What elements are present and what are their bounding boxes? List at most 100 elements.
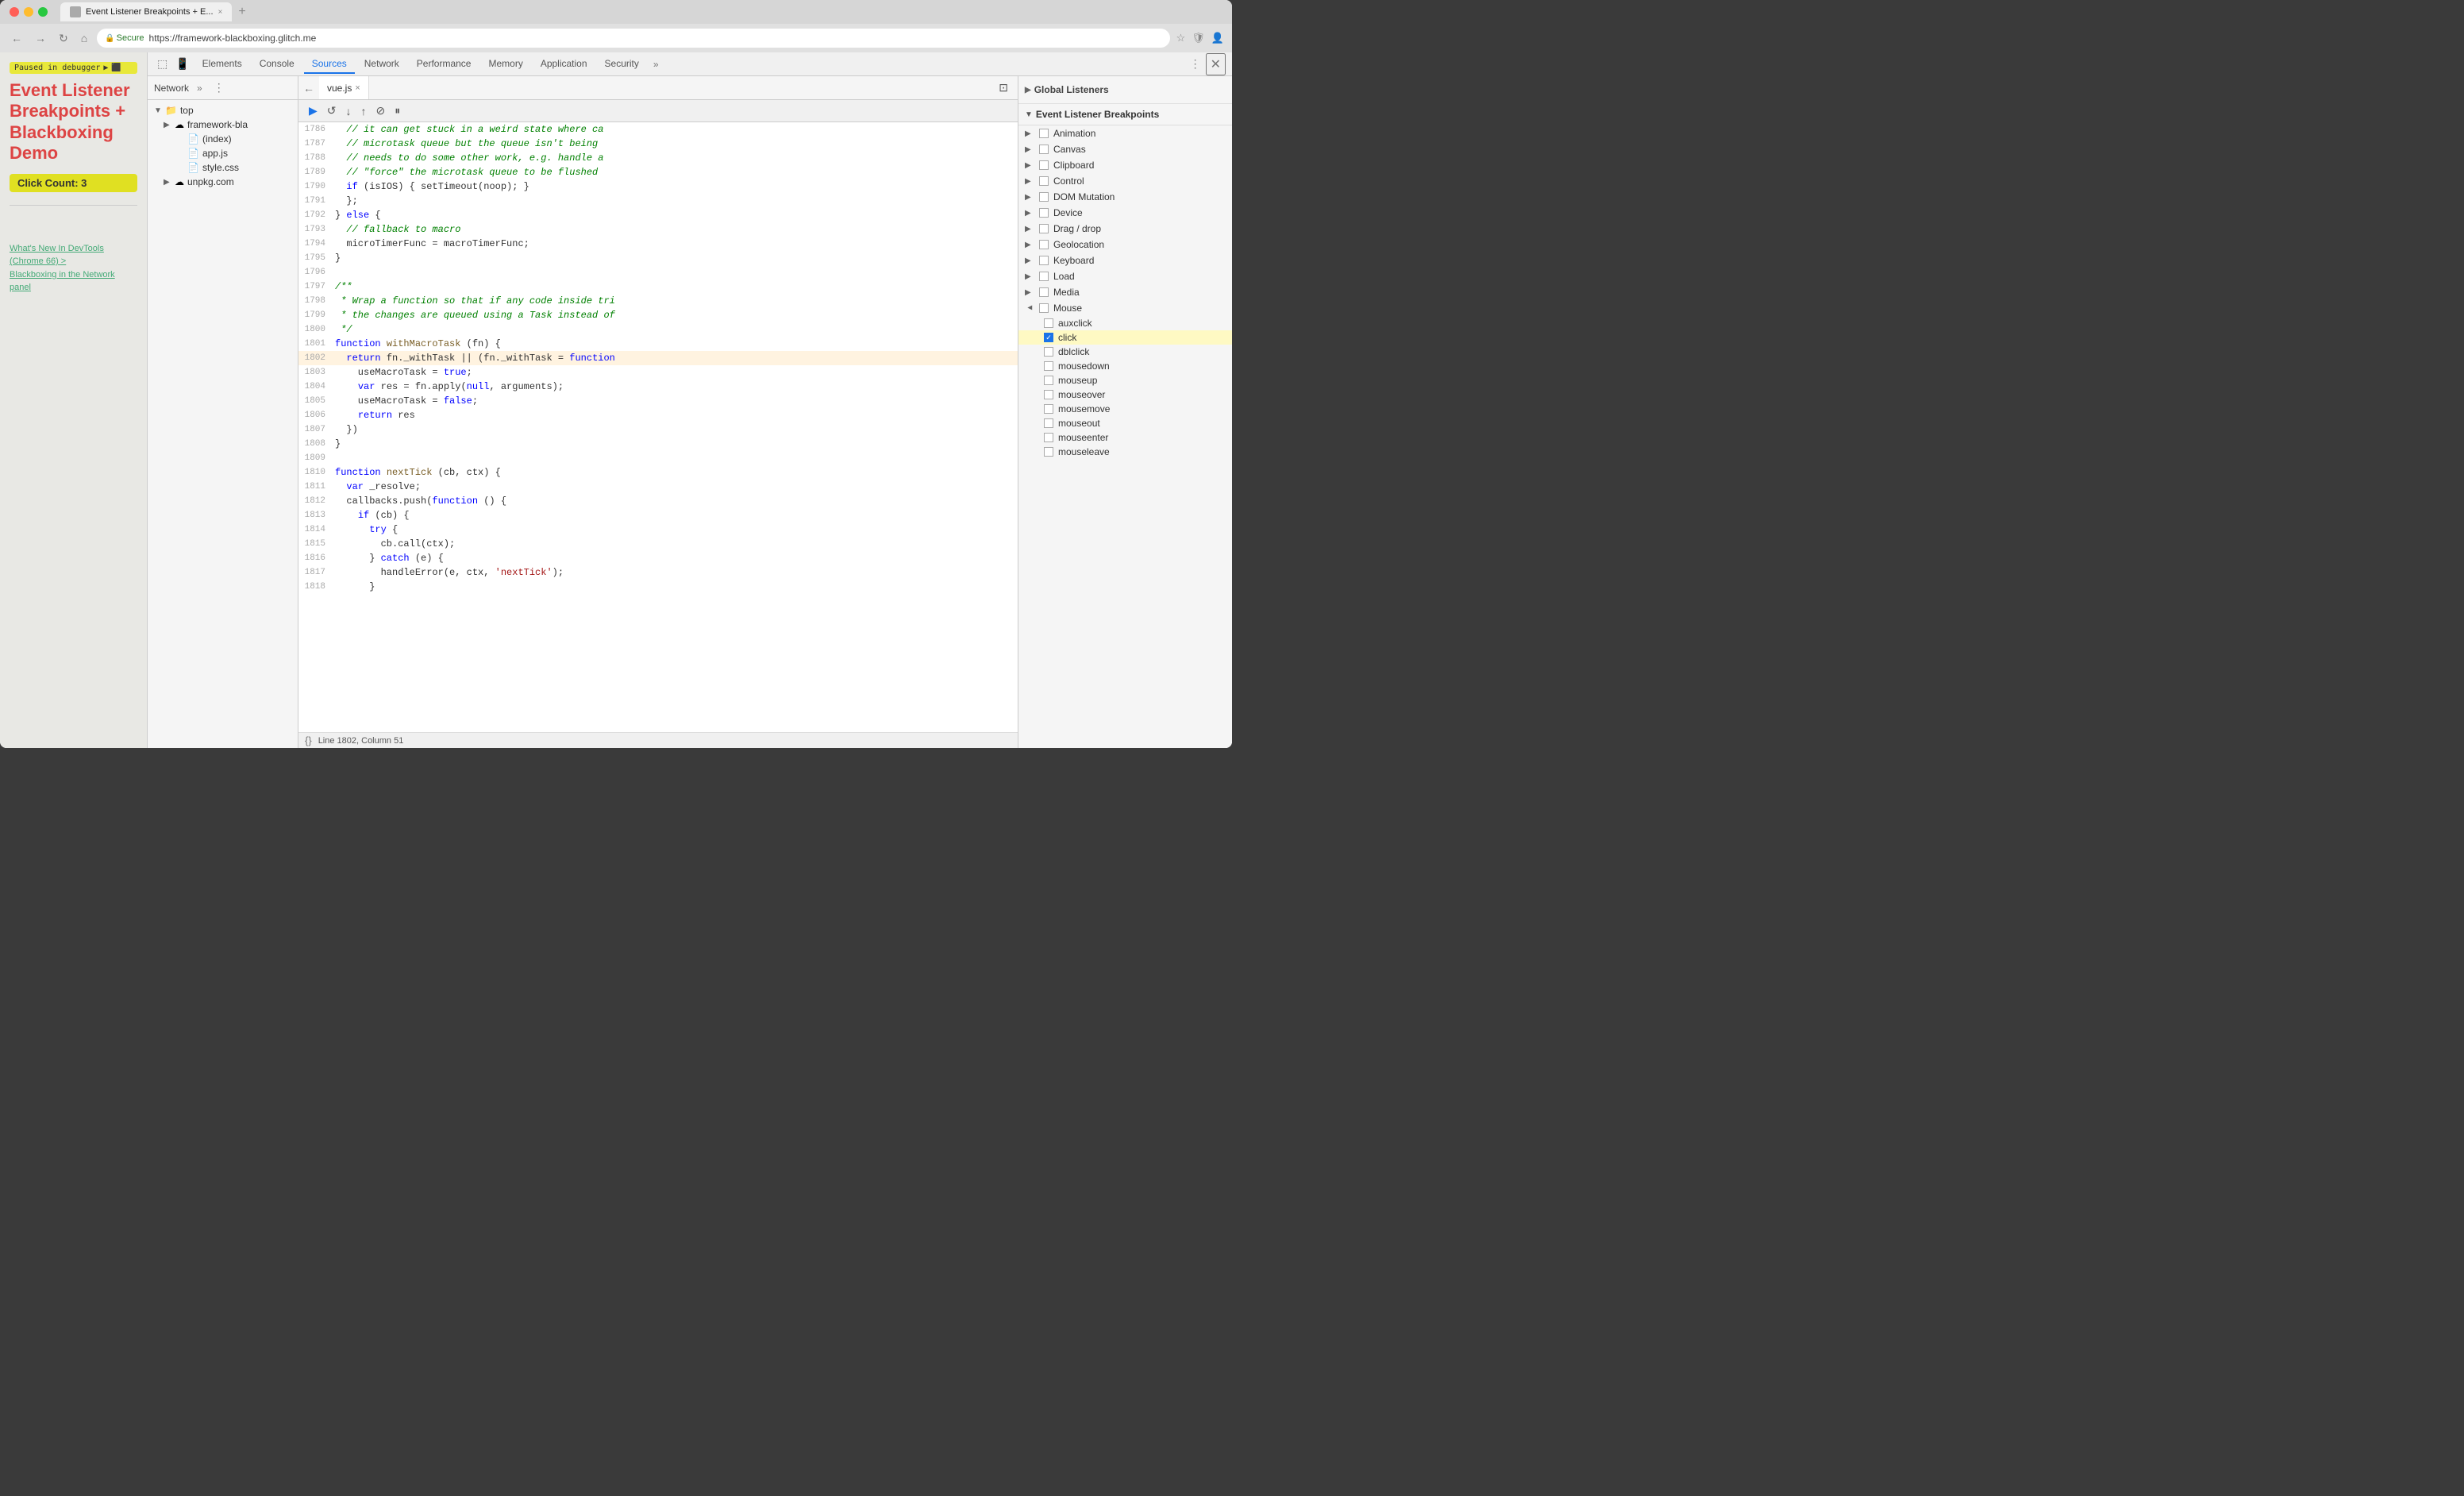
account-icon[interactable]: 👤 <box>1211 32 1224 44</box>
bp-item-mouseup[interactable]: mouseup <box>1018 373 1232 387</box>
home-button[interactable]: ⌂ <box>78 30 90 46</box>
tabs-overflow-button[interactable]: » <box>649 56 664 73</box>
bp-cat-header-drag-drop[interactable]: ▶ Drag / drop <box>1018 221 1232 237</box>
tab-memory[interactable]: Memory <box>480 55 530 74</box>
bp-checkbox-geolocation[interactable] <box>1039 240 1049 249</box>
bp-checkbox-animation[interactable] <box>1039 129 1049 138</box>
bp-item-checkbox-auxclick[interactable] <box>1044 318 1053 328</box>
sources-menu-button[interactable]: ⋮ <box>210 79 228 96</box>
bp-item-checkbox-click[interactable]: ✓ <box>1044 333 1053 342</box>
bp-item-mouseleave[interactable]: mouseleave <box>1018 445 1232 459</box>
bp-item-mousemove[interactable]: mousemove <box>1018 402 1232 416</box>
format-button[interactable]: {} <box>305 735 312 746</box>
tree-item-framework[interactable]: ▶ ☁ framework-bla <box>148 118 298 132</box>
bp-item-checkbox-mouseover[interactable] <box>1044 390 1053 399</box>
bp-item-click[interactable]: ✓ click <box>1018 330 1232 345</box>
step-over-button[interactable]: ↺ <box>323 102 341 120</box>
bp-item-checkbox-mouseenter[interactable] <box>1044 433 1053 442</box>
tree-item-index[interactable]: 📄 (index) <box>148 132 298 146</box>
bp-item-auxclick[interactable]: auxclick <box>1018 316 1232 330</box>
bp-checkbox-canvas[interactable] <box>1039 145 1049 154</box>
devtools-close-button[interactable]: ✕ <box>1206 53 1226 75</box>
bp-item-checkbox-mouseup[interactable] <box>1044 376 1053 385</box>
new-tab-button[interactable]: + <box>235 5 248 19</box>
bp-item-checkbox-mouseout[interactable] <box>1044 418 1053 428</box>
bp-item-checkbox-mouseleave[interactable] <box>1044 447 1053 457</box>
global-listeners-header[interactable]: ▶ Global Listeners <box>1025 81 1226 98</box>
back-button[interactable]: ← <box>8 30 25 46</box>
bp-cat-header-load[interactable]: ▶ Load <box>1018 268 1232 284</box>
bookmark-icon[interactable]: ☆ <box>1176 32 1186 44</box>
forward-button[interactable]: → <box>32 30 49 46</box>
tab-close-button[interactable]: × <box>218 8 223 17</box>
bp-cat-header-dom-mutation[interactable]: ▶ DOM Mutation <box>1018 189 1232 205</box>
bp-cat-header-animation[interactable]: ▶ Animation <box>1018 125 1232 141</box>
editor-tab-close[interactable]: × <box>355 83 360 93</box>
sources-overflow-button[interactable]: » <box>194 81 206 95</box>
bp-cat-header-control[interactable]: ▶ Control <box>1018 173 1232 189</box>
deactivate-button[interactable]: ⊘ <box>372 102 390 120</box>
resume-button[interactable]: ▶ <box>305 102 321 120</box>
maximize-window-button[interactable] <box>38 7 48 17</box>
bp-cat-header-device[interactable]: ▶ Device <box>1018 205 1232 221</box>
pause-on-exception-button[interactable]: ⏸ <box>391 102 404 120</box>
tab-console[interactable]: Console <box>252 55 302 74</box>
code-area[interactable]: 1786 // it can get stuck in a weird stat… <box>298 122 1018 732</box>
bp-cat-header-geolocation[interactable]: ▶ Geolocation <box>1018 237 1232 253</box>
extension-icon[interactable]: 🛡 <box>1192 32 1205 44</box>
bp-item-checkbox-dblclick[interactable] <box>1044 347 1053 357</box>
editor-back-button[interactable]: ← <box>298 79 319 98</box>
bp-checkbox-drag-drop[interactable] <box>1039 224 1049 233</box>
address-field[interactable]: 🔒 Secure https://framework-blackboxing.g… <box>97 29 1169 48</box>
bp-item-mousedown[interactable]: mousedown <box>1018 359 1232 373</box>
devtools-panel: ⬚ 📱 Elements Console Sources Network Per… <box>147 52 1232 748</box>
bp-item-checkbox-mousemove[interactable] <box>1044 404 1053 414</box>
bp-checkbox-media[interactable] <box>1039 287 1049 297</box>
reload-button[interactable]: ↻ <box>56 30 71 47</box>
bp-checkbox-clipboard[interactable] <box>1039 160 1049 170</box>
blackbox-icon[interactable]: ⬛ <box>111 64 121 72</box>
bp-arrow-drag-drop: ▶ <box>1025 225 1034 233</box>
tab-elements[interactable]: Elements <box>194 55 250 74</box>
bp-checkbox-load[interactable] <box>1039 272 1049 281</box>
tree-item-top[interactable]: ▼ 📁 top <box>148 103 298 118</box>
bp-checkbox-control[interactable] <box>1039 176 1049 186</box>
editor-history-button[interactable]: ⊡ <box>995 79 1011 96</box>
bp-checkbox-dom-mutation[interactable] <box>1039 192 1049 202</box>
tree-item-unpkg[interactable]: ▶ ☁ unpkg.com <box>148 175 298 189</box>
tree-item-appjs[interactable]: 📄 app.js <box>148 146 298 160</box>
bp-checkbox-device[interactable] <box>1039 208 1049 218</box>
play-icon[interactable]: ▶ <box>103 64 108 72</box>
bp-cat-header-mouse[interactable]: ▼ Mouse <box>1018 300 1232 316</box>
devtools-link[interactable]: What's New In DevTools (Chrome 66) > <box>10 242 137 268</box>
tab-application[interactable]: Application <box>533 55 595 74</box>
devtools-settings-button[interactable]: ⋮ <box>1187 56 1204 72</box>
code-line-1811: 1811 var _resolve; <box>298 480 1018 494</box>
bp-cat-header-media[interactable]: ▶ Media <box>1018 284 1232 300</box>
bp-item-mouseenter[interactable]: mouseenter <box>1018 430 1232 445</box>
active-tab[interactable]: Event Listener Breakpoints + E... × <box>60 2 232 21</box>
bp-cat-header-clipboard[interactable]: ▶ Clipboard <box>1018 157 1232 173</box>
blackboxing-link[interactable]: Blackboxing in the Network panel <box>10 268 137 295</box>
bp-item-dblclick[interactable]: dblclick <box>1018 345 1232 359</box>
device-mode-button[interactable]: 📱 <box>172 56 192 72</box>
tab-performance[interactable]: Performance <box>409 55 479 74</box>
bp-item-mouseover[interactable]: mouseover <box>1018 387 1232 402</box>
step-into-button[interactable]: ↓ <box>342 102 356 120</box>
editor-tab-vuejs[interactable]: vue.js × <box>319 76 369 99</box>
tab-network[interactable]: Network <box>356 55 407 74</box>
bp-item-checkbox-mousedown[interactable] <box>1044 361 1053 371</box>
close-window-button[interactable] <box>10 7 19 17</box>
tree-item-stylecss[interactable]: 📄 style.css <box>148 160 298 175</box>
step-out-button[interactable]: ↑ <box>357 102 371 120</box>
bp-cat-header-keyboard[interactable]: ▶ Keyboard <box>1018 253 1232 268</box>
bp-cat-header-canvas[interactable]: ▶ Canvas <box>1018 141 1232 157</box>
bp-item-mouseout[interactable]: mouseout <box>1018 416 1232 430</box>
tab-security[interactable]: Security <box>597 55 647 74</box>
bp-checkbox-keyboard[interactable] <box>1039 256 1049 265</box>
tab-sources[interactable]: Sources <box>304 55 355 74</box>
bp-checkbox-mouse[interactable] <box>1039 303 1049 313</box>
inspect-element-button[interactable]: ⬚ <box>154 56 171 72</box>
bp-item-label-mouseleave: mouseleave <box>1058 446 1110 457</box>
minimize-window-button[interactable] <box>24 7 33 17</box>
